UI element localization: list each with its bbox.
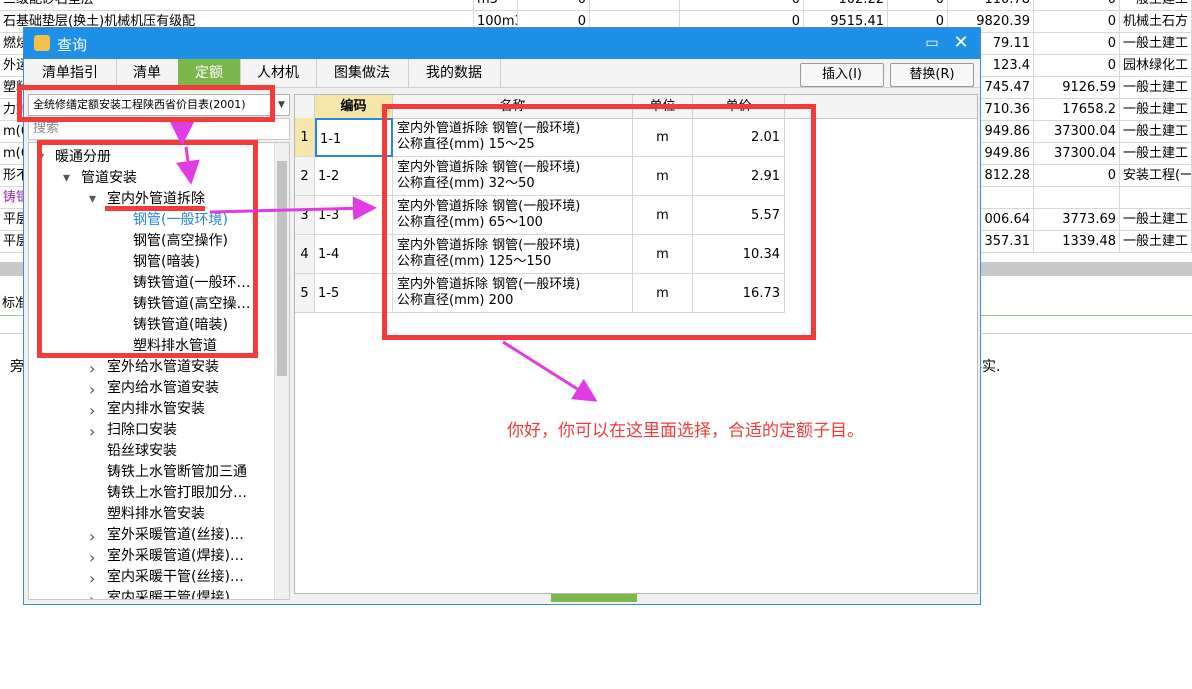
arrow-to-node (176, 146, 200, 185)
arrow-to-note (502, 340, 598, 402)
arrow-to-grid (209, 196, 377, 221)
annotation-arrows (170, 122, 598, 402)
annotation-note: 你好，你可以在这里面选择，合适的定额子目。 (507, 421, 864, 441)
